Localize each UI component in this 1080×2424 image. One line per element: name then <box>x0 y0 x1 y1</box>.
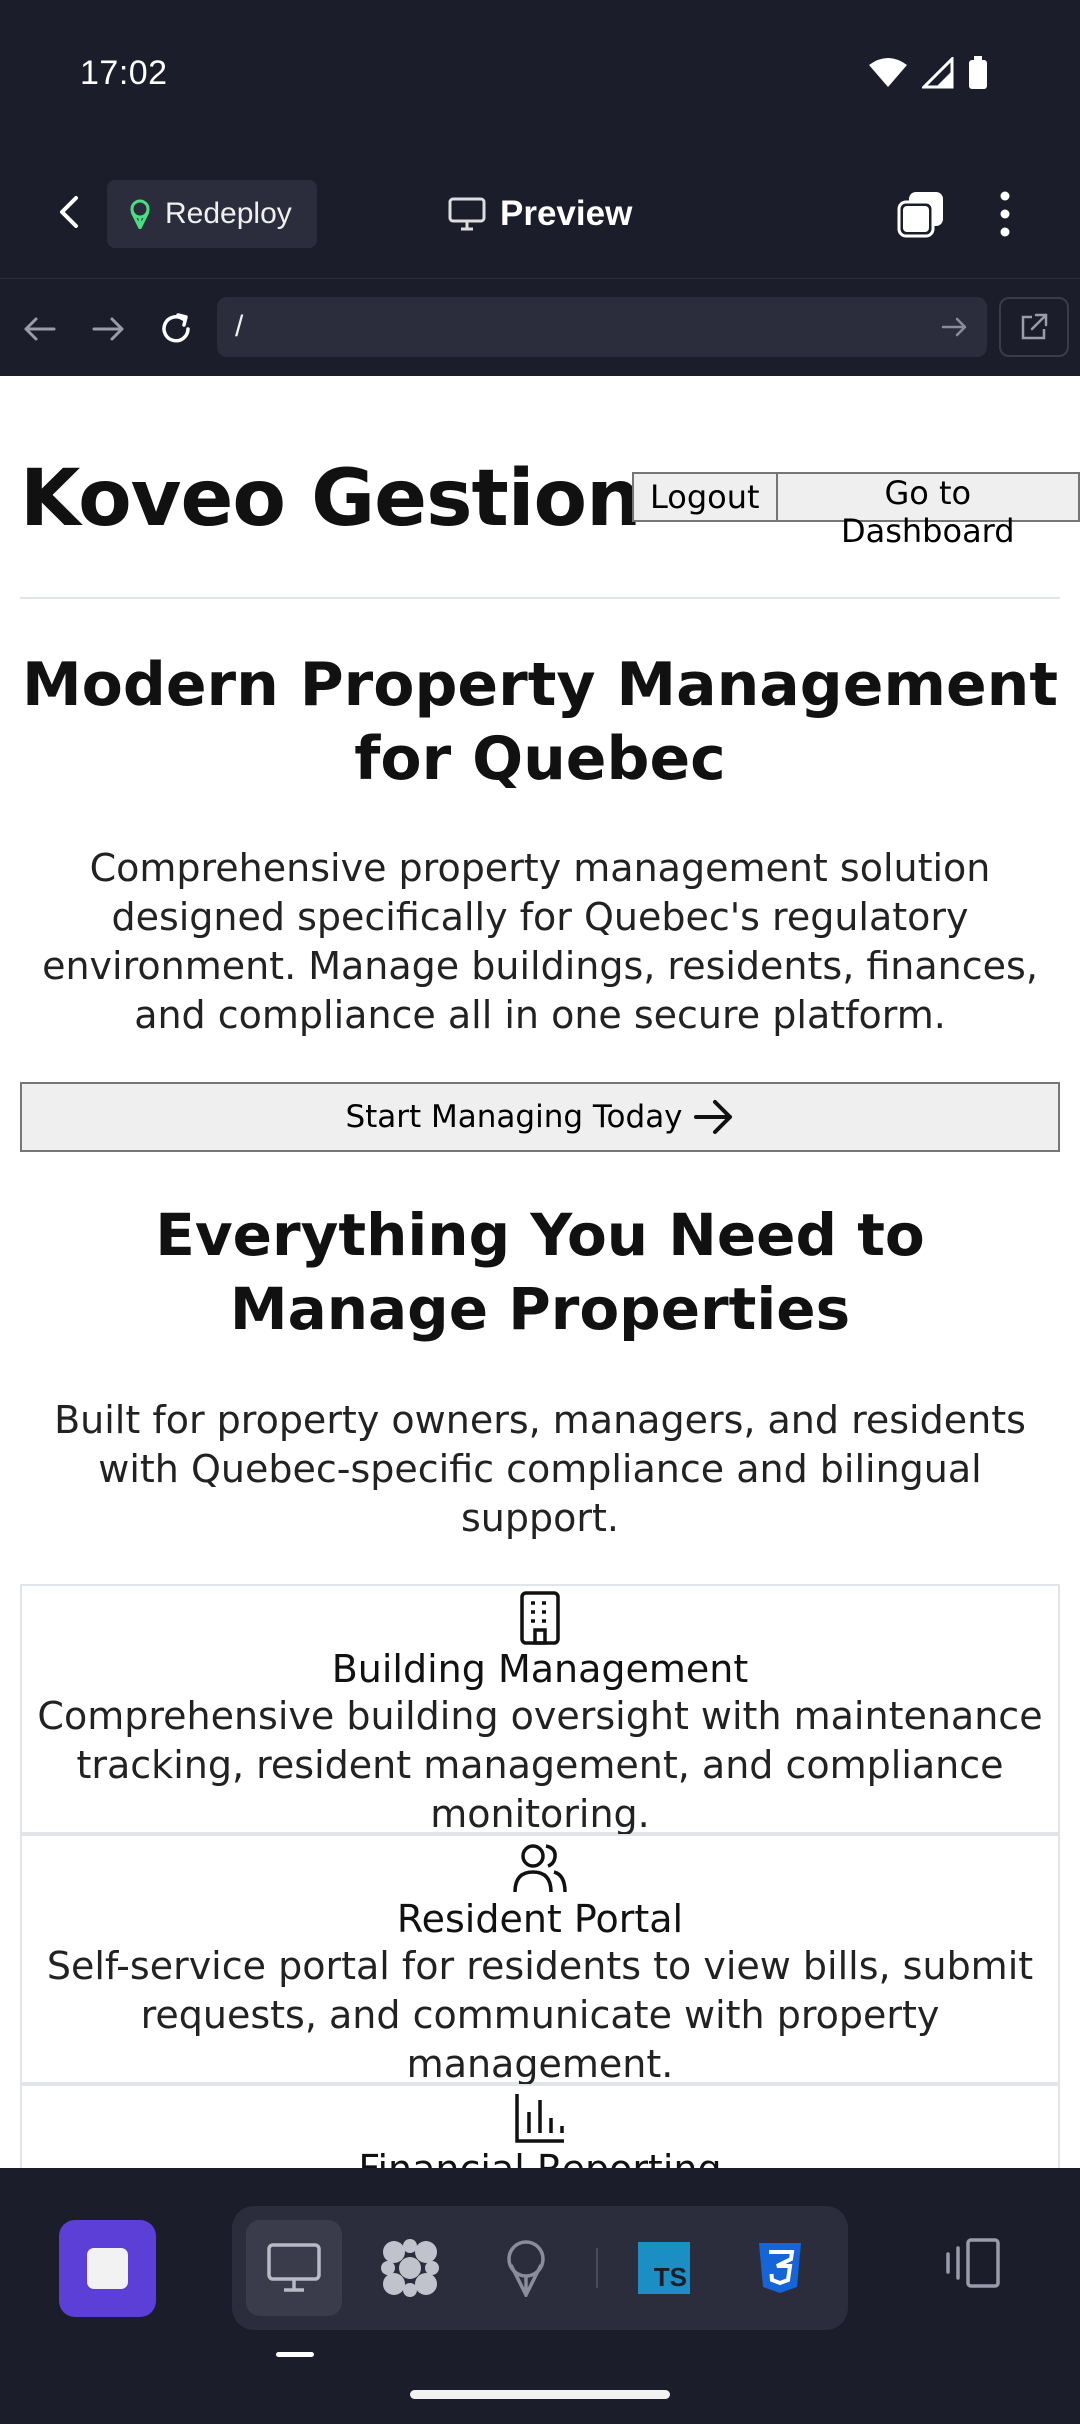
workspace-tool-button[interactable] <box>362 2220 458 2316</box>
site-brand: Koveo Gestion <box>20 454 642 544</box>
nav-back-icon[interactable] <box>20 309 60 349</box>
typescript-icon: TS <box>638 2242 690 2294</box>
monitor-icon <box>267 2243 321 2292</box>
feature-title: Financial Reporting <box>22 2146 1058 2168</box>
redeploy-label: Redeploy <box>165 197 292 230</box>
feature-card: Building Management Comprehensive buildi… <box>20 1584 1060 1836</box>
deploy-icon <box>130 199 150 229</box>
features-title: Everything You Need to Manage Properties <box>155 1201 925 1343</box>
arrow-right-icon <box>693 1100 732 1134</box>
header-actions: Logout Go to Dashboard <box>632 472 1080 550</box>
hero-title: Modern Property Management for Quebec <box>21 650 1059 794</box>
back-arrow-icon[interactable] <box>48 190 92 234</box>
logout-button[interactable]: Logout <box>632 472 776 522</box>
bar-chart-icon <box>515 2094 564 2143</box>
url-bar: / <box>0 278 1080 376</box>
tool-group: TS <box>232 2206 848 2330</box>
deploy-icon <box>507 2240 545 2297</box>
devices-icon[interactable] <box>944 2234 1004 2294</box>
stop-button[interactable] <box>59 2220 156 2317</box>
feature-title: Resident Portal <box>396 1897 684 1941</box>
home-indicator[interactable] <box>410 2390 670 2399</box>
more-options-icon[interactable] <box>990 188 1020 240</box>
dashboard-button[interactable]: Go to Dashboard <box>775 472 1080 550</box>
feature-description: Comprehensive building oversight with ma… <box>37 1694 1043 1836</box>
features-subtitle: Built for property owners, managers, and… <box>54 1398 1026 1540</box>
preview-tool-button[interactable] <box>246 2220 342 2316</box>
deployments-tool-button[interactable] <box>478 2220 574 2316</box>
grid-icon <box>381 2239 439 2297</box>
stop-icon <box>87 2248 128 2289</box>
feature-card: Resident Portal Self-service portal for … <box>20 1834 1060 2086</box>
cellular-signal-icon <box>922 57 954 89</box>
css-file-button[interactable] <box>732 2220 828 2316</box>
preview-label: Preview <box>500 194 633 233</box>
reload-icon[interactable] <box>156 309 196 349</box>
ts-label: TS <box>653 2262 687 2292</box>
wifi-icon <box>869 58 907 87</box>
feature-title: Building Management <box>331 1647 749 1691</box>
users-icon <box>513 1844 567 1893</box>
nav-forward-icon[interactable] <box>88 309 128 349</box>
app-toolbar: Redeploy Preview <box>0 150 1080 278</box>
url-input[interactable]: / <box>217 297 987 357</box>
hero-text: Comprehensive property management soluti… <box>42 846 1038 1037</box>
redeploy-button[interactable]: Redeploy <box>107 180 317 248</box>
status-icons <box>868 56 988 90</box>
active-tab-indicator <box>276 2352 314 2357</box>
preview-title: Preview <box>448 194 632 234</box>
external-link-icon <box>1021 313 1048 340</box>
tabs-icon[interactable] <box>897 190 945 238</box>
battery-icon <box>969 56 987 89</box>
feature-card: Financial Reporting <box>20 2084 1060 2168</box>
typescript-file-button[interactable]: TS <box>616 2220 712 2316</box>
feature-description: Self-service portal for residents to vie… <box>46 1944 1034 2086</box>
css3-icon <box>759 2243 801 2293</box>
status-bar: 17:02 <box>0 0 1080 150</box>
tool-separator <box>596 2248 598 2288</box>
cta-label: Start Managing Today <box>345 1099 683 1135</box>
header-divider <box>20 597 1060 599</box>
web-page: Koveo Gestion Logout Go to Dashboard Mod… <box>0 376 1080 2168</box>
url-path: / <box>235 310 244 343</box>
building-icon <box>520 1591 560 1645</box>
go-arrow-icon[interactable] <box>939 311 971 343</box>
bottom-dock: TS <box>0 2168 1080 2424</box>
open-external-button[interactable] <box>999 297 1069 357</box>
start-managing-button[interactable]: Start Managing Today <box>20 1082 1060 1152</box>
status-time: 17:02 <box>80 54 168 92</box>
monitor-icon <box>448 197 486 231</box>
